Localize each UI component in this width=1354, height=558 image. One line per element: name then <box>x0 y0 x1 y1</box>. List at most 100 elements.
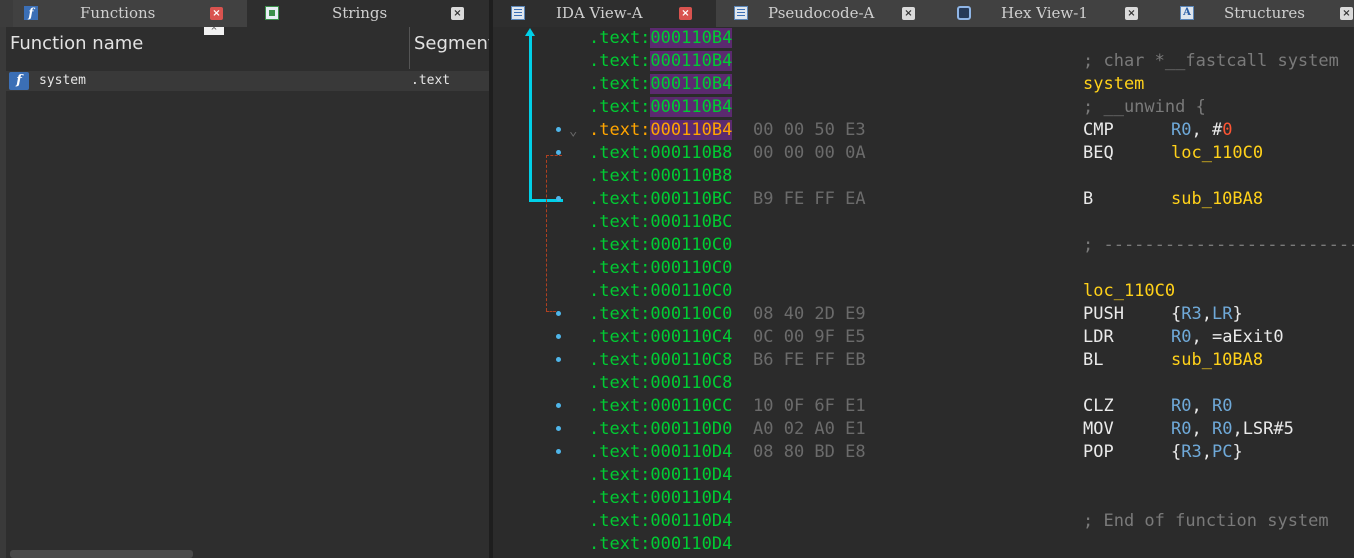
segment-prefix: .text: <box>589 327 651 347</box>
address: .text:000110B4 <box>589 119 733 142</box>
operand-register: R0 <box>1171 419 1192 439</box>
disasm-line[interactable]: .text:000110C0 ; ------------------------… <box>493 234 1354 257</box>
disasm-line[interactable]: .text:000110D4 <box>493 464 1354 487</box>
disasm-line[interactable]: .text:000110B8 00 00 00 0A BEQ loc_110C0 <box>493 142 1354 165</box>
segment-prefix: .text: <box>589 143 651 163</box>
operand-register: PC <box>1211 442 1233 462</box>
tab-pseudocode-a-label: Pseudocode-A <box>768 4 875 22</box>
disasm-line[interactable]: .text:000110C8 B6 FE FF EB BL sub_10BA8 <box>493 349 1354 372</box>
ida-view-icon <box>511 6 525 20</box>
operands: sub_10BA8 <box>1171 349 1263 372</box>
disasm-line[interactable]: .text:000110B4 <box>493 27 1354 50</box>
disasm-line[interactable]: .text:000110D4 <box>493 533 1354 556</box>
disasm-line[interactable]: .text:000110B8 <box>493 165 1354 188</box>
instruction: ; ------------------------------- <box>1083 234 1354 257</box>
tab-functions-close-icon[interactable]: × <box>210 7 223 20</box>
tab-functions[interactable]: f Functions × <box>13 0 247 27</box>
disasm-line[interactable]: .text:000110D4 ; End of function system <box>493 510 1354 533</box>
address-offset: 000110BC <box>650 212 733 232</box>
address-offset: 000110C0 <box>650 304 733 324</box>
breakpoint-marker-icon[interactable] <box>556 196 561 201</box>
address: .text:000110B8 <box>589 165 732 188</box>
tab-ida-view-a-close-icon[interactable]: × <box>679 7 692 20</box>
code-label[interactable]: loc_110C0 <box>1083 281 1175 301</box>
address: .text:000110C8 <box>589 372 732 395</box>
address: .text:000110C0 <box>589 257 732 280</box>
opcode-bytes: B9 FE FF EA <box>753 189 866 209</box>
mnemonic: B <box>1083 189 1094 209</box>
function-segment-text: .text <box>411 73 451 88</box>
ida-view-disassembly[interactable]: .text:000110B4 .text:000110B4; char *__fa… <box>493 27 1354 558</box>
address-offset: 000110B4 <box>650 120 733 140</box>
address: .text:000110CC <box>589 395 732 418</box>
column-header-function-name[interactable]: Function name ^ <box>6 27 409 69</box>
collapse-chevron-icon[interactable]: ⌄ <box>569 120 577 143</box>
operands: R0, R0,LSR#5 <box>1171 418 1294 441</box>
segment-prefix: .text: <box>589 235 651 255</box>
tab-strings-label: Strings <box>332 4 388 22</box>
address-offset: 000110C0 <box>650 281 733 301</box>
operand-register: R0 <box>1211 396 1233 416</box>
disasm-line[interactable]: .text:000110CC 10 0F 6F E1 CLZ R0, R0 <box>493 395 1354 418</box>
operand-text: , <box>1201 442 1212 462</box>
code-label[interactable]: system <box>1083 74 1144 94</box>
breakpoint-marker-icon[interactable] <box>556 127 561 132</box>
disasm-line[interactable]: .text:000110D4 08 80 BD E8 POP {R3,PC} <box>493 441 1354 464</box>
disasm-line[interactable]: .text:000110B4 ; char *__fastcall system <box>493 50 1354 73</box>
tab-strings-close-icon[interactable]: × <box>451 7 464 20</box>
disasm-line[interactable]: .text:000110B4 ; __unwind { <box>493 96 1354 119</box>
operand-label[interactable]: sub_10BA8 <box>1171 189 1263 209</box>
operand-register: R3 <box>1181 304 1202 324</box>
operands: sub_10BA8 <box>1171 188 1263 211</box>
opcode-bytes: A0 02 A0 E1 <box>753 419 866 439</box>
segment-prefix: .text: <box>589 304 651 324</box>
tab-structures[interactable]: A Structures × <box>1162 0 1354 27</box>
address: .text:000110D4 <box>589 441 732 464</box>
instruction: Bsub_10BA8 <box>1083 188 1263 211</box>
segment-prefix: .text: <box>589 511 651 531</box>
function-row-system[interactable]: f system .text <box>6 71 489 91</box>
operand-register: R0 <box>1171 396 1192 416</box>
breakpoint-marker-icon[interactable] <box>556 334 561 339</box>
tab-ida-view-a[interactable]: IDA View-A × <box>493 0 716 27</box>
disasm-line[interactable]: .text:000110C0 <box>493 257 1354 280</box>
tab-strings[interactable]: Strings × <box>247 0 489 27</box>
mnemonic: MOV <box>1083 419 1114 439</box>
column-header-segment[interactable]: Segment <box>410 27 495 69</box>
mnemonic: BL <box>1083 350 1104 370</box>
disasm-line[interactable]: .text:000110C8 <box>493 372 1354 395</box>
breakpoint-marker-icon[interactable] <box>556 403 561 408</box>
disasm-line[interactable]: .text:000110D4 <box>493 487 1354 510</box>
operands: loc_110C0 <box>1171 142 1263 165</box>
tab-pseudocode-a[interactable]: Pseudocode-A × <box>716 0 939 27</box>
breakpoint-marker-icon[interactable] <box>556 311 561 316</box>
instruction: ; char *__fastcall system <box>1083 50 1339 73</box>
disasm-line[interactable]: ⌄ .text:000110B4 00 00 50 E3 CMP R0, #0 <box>493 119 1354 142</box>
segment-prefix: .text: <box>589 51 651 71</box>
disasm-line[interactable]: .text:000110C0 08 40 2D E9 PUSH {R3,LR} <box>493 303 1354 326</box>
breakpoint-marker-icon[interactable] <box>556 357 561 362</box>
disasm-line[interactable]: .text:000110C4 0C 00 9F E5 LDR R0, =aExit0 <box>493 326 1354 349</box>
opcode-bytes: 00 00 50 E3 <box>753 120 866 140</box>
tab-pseudocode-a-close-icon[interactable]: × <box>902 7 915 20</box>
tab-hex-view-1[interactable]: Hex View-1 × <box>939 0 1162 27</box>
address: .text:000110BC <box>589 211 732 234</box>
operand-label[interactable]: sub_10BA8 <box>1171 350 1263 370</box>
operand-text: , # <box>1191 120 1223 140</box>
mnemonic: PUSH <box>1083 304 1124 324</box>
disasm-line[interactable]: .text:000110BC B9 FE FF EA Bsub_10BA8 <box>493 188 1354 211</box>
disasm-line[interactable]: .text:000110C0 loc_110C0 <box>493 280 1354 303</box>
breakpoint-marker-icon[interactable] <box>556 426 561 431</box>
tab-structures-close-icon[interactable]: × <box>1340 7 1353 20</box>
operand-label[interactable]: loc_110C0 <box>1171 143 1263 163</box>
breakpoint-marker-icon[interactable] <box>556 449 561 454</box>
disasm-line[interactable]: .text:000110B4 system <box>493 73 1354 96</box>
disasm-line[interactable]: .text:000110BC <box>493 211 1354 234</box>
tab-hex-view-1-close-icon[interactable]: × <box>1125 7 1138 20</box>
disasm-line[interactable]: .text:000110D0 A0 02 A0 E1 MOV R0, R0,LSR#5 <box>493 418 1354 441</box>
operand-text: , =aExit0 <box>1191 327 1284 347</box>
function-name-system: system <box>39 73 86 88</box>
operand-text: } <box>1232 304 1243 324</box>
horizontal-scrollbar[interactable] <box>10 550 193 558</box>
breakpoint-marker-icon[interactable] <box>556 150 561 155</box>
